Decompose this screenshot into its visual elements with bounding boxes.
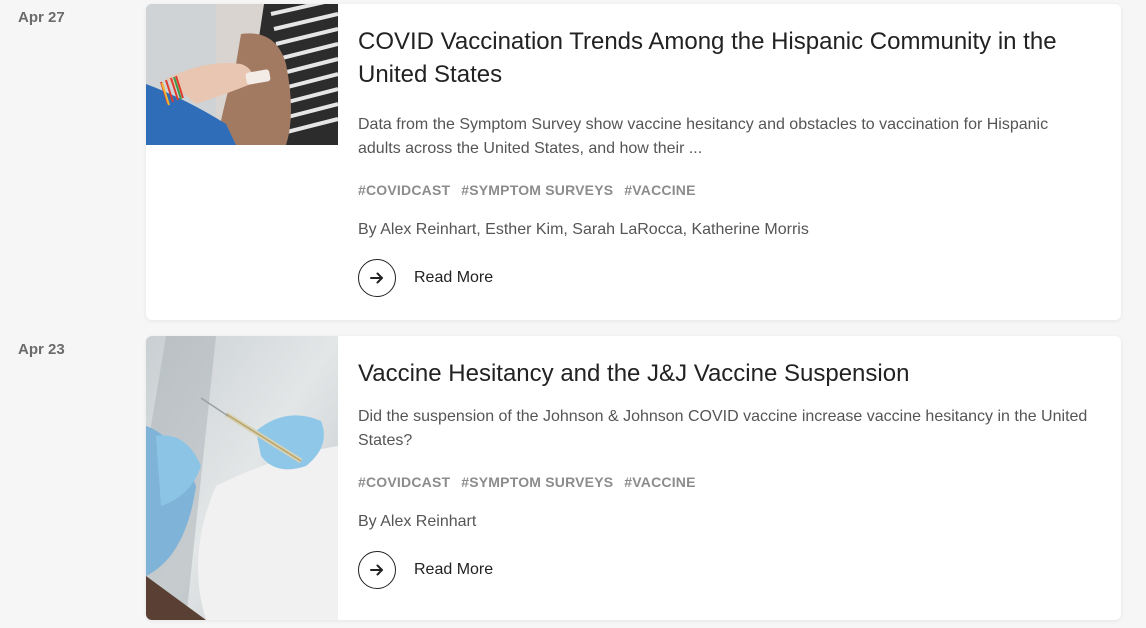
read-more-label[interactable]: Read More xyxy=(414,269,493,287)
post-item: Apr 27 COVID Vaccination Trends Among th… xyxy=(0,4,1146,320)
post-title[interactable]: COVID Vaccination Trends Among the Hispa… xyxy=(358,25,1091,91)
post-authors: By Alex Reinhart, Esther Kim, Sarah LaRo… xyxy=(358,221,809,238)
post-date: Apr 23 xyxy=(18,341,65,358)
post-content: COVID Vaccination Trends Among the Hispa… xyxy=(358,4,1091,297)
post-title[interactable]: Vaccine Hesitancy and the J&J Vaccine Su… xyxy=(358,357,1091,390)
post-thumbnail[interactable] xyxy=(146,336,338,620)
arrow-right-icon[interactable] xyxy=(358,551,396,589)
read-more-link[interactable]: Read More xyxy=(358,259,1091,297)
post-excerpt: Did the suspension of the Johnson & John… xyxy=(358,408,1088,449)
post-authors: By Alex Reinhart xyxy=(358,513,477,530)
post-tags: #COVIDCAST #SYMPTOM SURVEYS #VACCINE xyxy=(358,182,1091,198)
tag-vaccine[interactable]: #VACCINE xyxy=(624,182,695,198)
post-card: Vaccine Hesitancy and the J&J Vaccine Su… xyxy=(146,336,1121,620)
post-content: Vaccine Hesitancy and the J&J Vaccine Su… xyxy=(358,336,1091,589)
tag-covidcast[interactable]: #COVIDCAST xyxy=(358,182,450,198)
tag-vaccine[interactable]: #VACCINE xyxy=(624,474,695,490)
gloved-hands-syringe-photo-icon xyxy=(146,336,338,620)
post-date: Apr 27 xyxy=(18,9,65,26)
read-more-label[interactable]: Read More xyxy=(414,561,493,579)
tag-symptom-surveys[interactable]: #SYMPTOM SURVEYS xyxy=(461,474,613,490)
post-item: Apr 23 Vaccine Hesitancy and the J&J Vac… xyxy=(0,336,1146,620)
post-thumbnail[interactable] xyxy=(146,4,338,145)
arrow-right-icon[interactable] xyxy=(358,259,396,297)
read-more-link[interactable]: Read More xyxy=(358,551,1091,589)
post-excerpt: Data from the Symptom Survey show vaccin… xyxy=(358,116,1049,157)
post-card: COVID Vaccination Trends Among the Hispa… xyxy=(146,4,1121,320)
tag-symptom-surveys[interactable]: #SYMPTOM SURVEYS xyxy=(461,182,613,198)
vaccination-arm-photo-icon xyxy=(146,4,338,145)
tag-covidcast[interactable]: #COVIDCAST xyxy=(358,474,450,490)
post-tags: #COVIDCAST #SYMPTOM SURVEYS #VACCINE xyxy=(358,474,1091,490)
